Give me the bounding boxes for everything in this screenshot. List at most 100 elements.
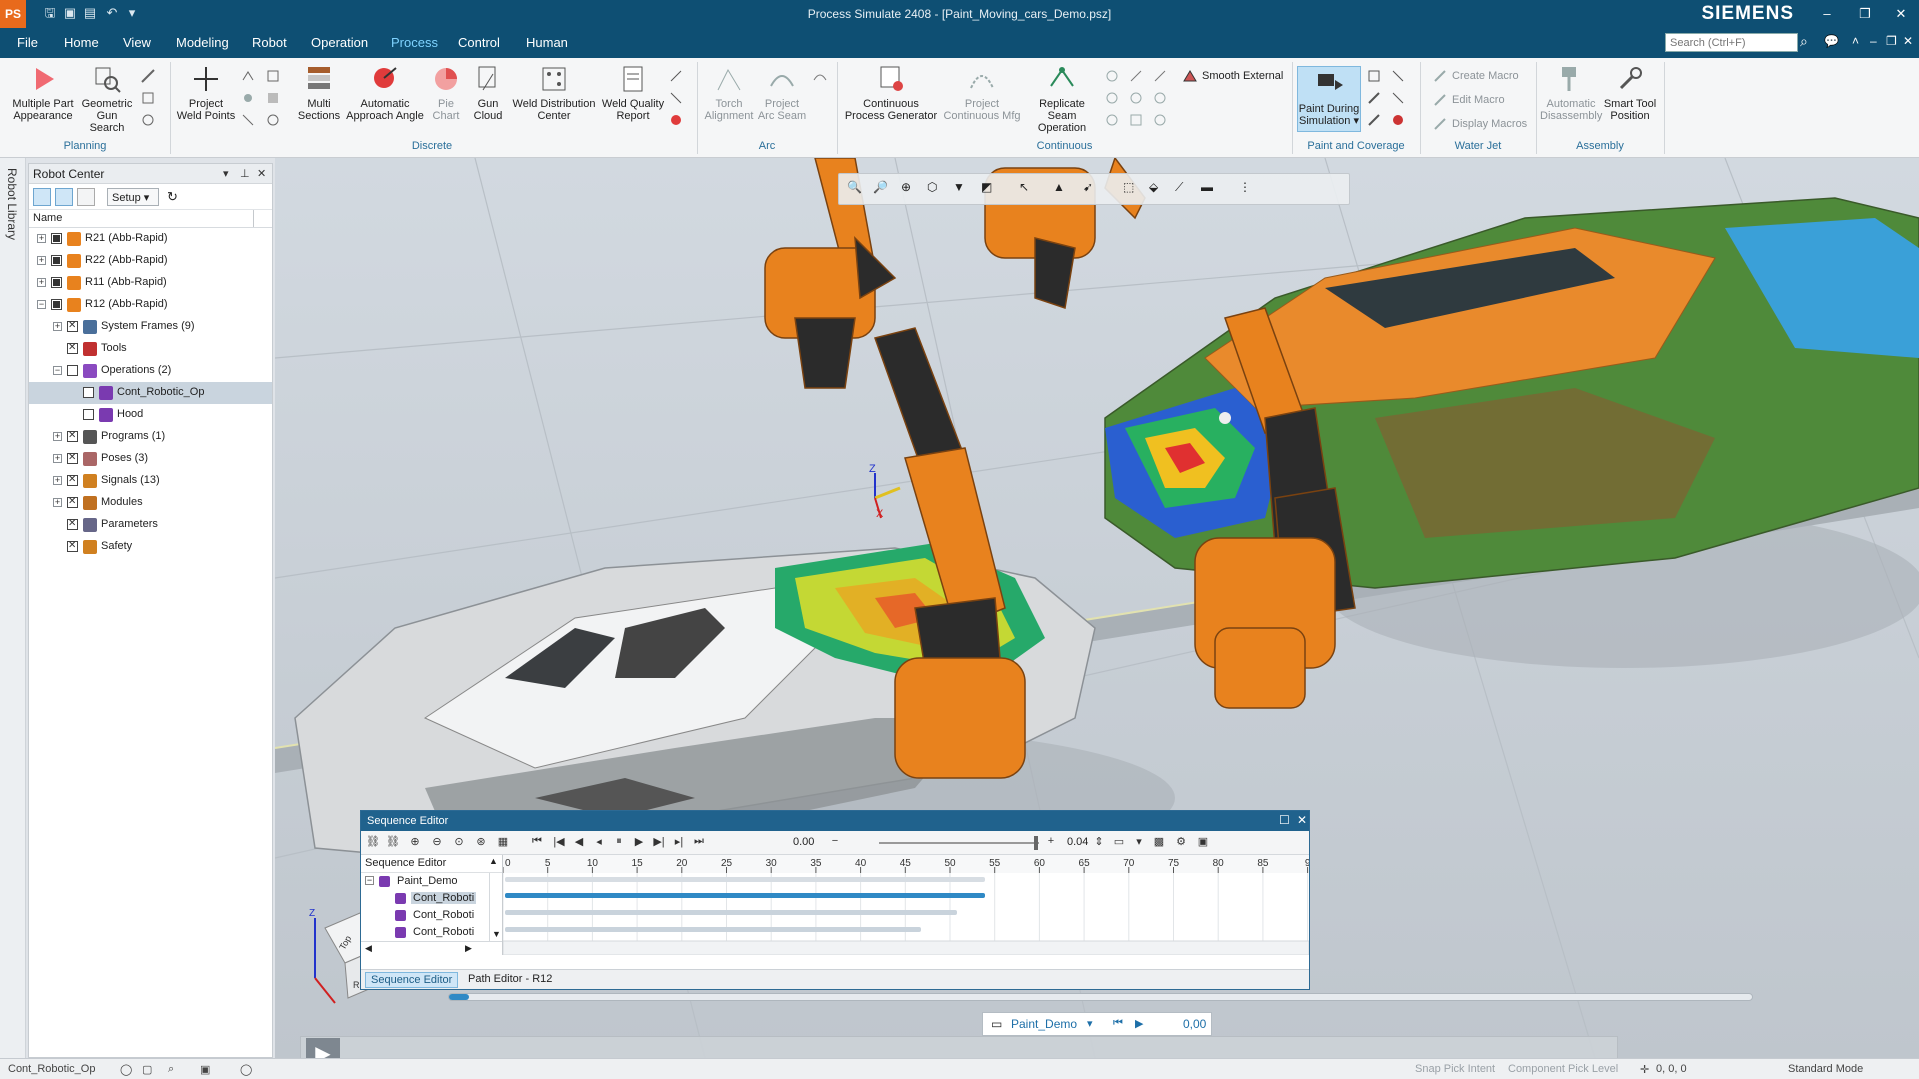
visibility-checkbox[interactable] (67, 365, 78, 376)
project-weld-points-button[interactable]: Project Weld Points (176, 64, 236, 122)
continuous-small-icon-h[interactable] (1152, 90, 1168, 106)
expand-icon[interactable]: + (53, 322, 62, 331)
tree-item[interactable]: − Operations (2) (29, 360, 272, 382)
continuous-small-icon-i[interactable] (1152, 112, 1168, 128)
status-tool-icon-c[interactable]: ⌕ (168, 1063, 174, 1076)
tree-item[interactable]: + Poses (3) (29, 448, 272, 470)
sequence-tree-header[interactable]: Sequence Editor ▲ (361, 855, 502, 873)
menu-file[interactable]: File (17, 35, 38, 50)
gun-cloud-button[interactable]: Gun Cloud (468, 64, 508, 122)
paint-small-icon-f[interactable] (1390, 112, 1406, 128)
zoom-in-icon[interactable]: ⊕ (407, 835, 423, 851)
smooth-external-icon[interactable] (1182, 68, 1198, 84)
visibility-checkbox[interactable] (67, 342, 78, 354)
visibility-checkbox[interactable] (67, 430, 78, 442)
visibility-checkbox[interactable] (83, 387, 94, 398)
inner-close-icon[interactable]: ✕ (1903, 34, 1913, 48)
tree-item[interactable]: + R11 (Abb-Rapid) (29, 272, 272, 294)
inner-minimize-icon[interactable]: – (1870, 34, 1877, 48)
automatic-approach-angle-button[interactable]: Automatic Approach Angle (346, 64, 424, 122)
geometric-gun-search-button[interactable]: Geometric Gun Search (78, 64, 136, 134)
gantt-icon[interactable]: ▦ (495, 835, 511, 851)
small-tool-icon-a[interactable] (140, 68, 156, 84)
record-video-icon[interactable]: ▣ (200, 1063, 210, 1076)
create-macro-icon[interactable] (1432, 68, 1448, 84)
search-icon[interactable]: ⌕ (1800, 33, 1816, 51)
unlink-icon[interactable]: ⛓ (385, 835, 401, 851)
sync-icon[interactable] (33, 188, 51, 206)
arc-small-icon[interactable] (812, 68, 828, 84)
sequence-row[interactable]: Cont_Roboti (361, 924, 491, 941)
tree-item[interactable]: Cont_Robotic_Op (29, 382, 272, 404)
replicate-seam-operation-button[interactable]: Replicate Seam Operation (1024, 64, 1100, 134)
menu-control[interactable]: Control (458, 35, 500, 50)
refresh-icon[interactable]: ↻ (167, 189, 178, 205)
pin-icon[interactable]: ⊥ (240, 167, 250, 180)
player-rewind-icon[interactable]: ⏮ (1113, 1017, 1123, 1030)
discrete-small-icon-c[interactable] (668, 112, 684, 128)
player-sequence-name[interactable]: Paint_Demo (1011, 1017, 1077, 1031)
visibility-checkbox[interactable] (67, 496, 78, 508)
monitor-dropdown-icon[interactable]: ▾ (1131, 835, 1147, 851)
render-mode-icon[interactable]: ▼ (953, 180, 973, 200)
panel-dropdown-icon[interactable]: ▾ (223, 167, 229, 180)
sequence-row[interactable]: Cont_Roboti (361, 890, 491, 907)
comment-icon[interactable]: 💬 (1824, 34, 1839, 48)
continuous-small-icon-c[interactable] (1104, 112, 1120, 128)
status-mode[interactable]: Standard Mode (1788, 1063, 1863, 1075)
torch-alignment-button[interactable]: Torch Alignment (702, 64, 756, 122)
discrete-small-icon-a[interactable] (668, 68, 684, 84)
speed-slider-thumb[interactable] (1034, 836, 1038, 850)
edit-macro-button[interactable]: Edit Macro (1452, 94, 1505, 106)
weld-icon-f[interactable] (265, 112, 281, 128)
play-back-icon[interactable]: ◀ (571, 835, 587, 851)
smooth-external-button[interactable]: Smooth External (1202, 70, 1283, 82)
step-back-icon[interactable]: |◀ (551, 835, 567, 851)
plus-icon[interactable]: + (1043, 835, 1059, 851)
hierarchy-icon[interactable] (77, 188, 95, 206)
simulation-progress-bar[interactable] (448, 993, 1753, 1001)
time-value[interactable]: 0.00 (793, 836, 814, 848)
placement-icon[interactable]: ⬚ (1123, 180, 1143, 200)
link-icon[interactable]: ⛓ (365, 835, 381, 851)
visibility-checkbox[interactable] (67, 452, 78, 464)
paint-small-icon-c[interactable] (1366, 112, 1382, 128)
weld-distribution-center-button[interactable]: Weld Distribution Center (508, 64, 600, 122)
collapse-icon[interactable]: − (37, 300, 46, 309)
paint-small-icon-d[interactable] (1390, 68, 1406, 84)
minus-icon[interactable]: − (827, 835, 843, 851)
chevron-up-icon[interactable]: ˄ (1852, 34, 1859, 48)
se-maximize-icon[interactable]: ☐ (1279, 813, 1290, 827)
tab-path-editor[interactable]: Path Editor - R12 (463, 972, 557, 988)
sequence-row[interactable]: − Paint_Demo (361, 873, 491, 890)
visibility-checkbox[interactable] (83, 409, 94, 420)
edit-macro-icon[interactable] (1432, 92, 1448, 108)
visibility-checkbox[interactable] (51, 277, 62, 288)
paint-small-icon-a[interactable] (1366, 68, 1382, 84)
zoom-all-icon[interactable]: ⊛ (473, 835, 489, 851)
weld-quality-report-button[interactable]: Weld Quality Report (600, 64, 666, 122)
multiple-part-appearance-button[interactable]: Multiple Part Appearance (8, 64, 78, 122)
measure-icon[interactable]: ⟋ (1175, 180, 1195, 200)
weld-icon-e[interactable] (265, 90, 281, 106)
pan-icon[interactable]: ⊕ (901, 180, 921, 200)
continuous-small-icon-g[interactable] (1152, 68, 1168, 84)
tree-view-icon[interactable] (55, 188, 73, 206)
reverse-icon[interactable]: ◂ (591, 835, 607, 851)
tree-item[interactable]: + System Frames (9) (29, 316, 272, 338)
expand-icon[interactable]: + (37, 278, 46, 287)
tree-item[interactable]: + Signals (13) (29, 470, 272, 492)
paint-during-simulation-button[interactable]: Paint During Simulation ▾ (1297, 66, 1361, 132)
discrete-small-icon-b[interactable] (668, 90, 684, 106)
project-arc-seam-button[interactable]: Project Arc Seam (756, 64, 808, 122)
menu-modeling[interactable]: Modeling (176, 35, 229, 50)
export-icon[interactable]: ▣ (1195, 835, 1211, 851)
tree-item[interactable]: Parameters (29, 514, 272, 536)
automatic-disassembly-button[interactable]: Automatic Disassembly (1540, 64, 1602, 122)
ruler-icon[interactable]: ▬ (1201, 180, 1221, 200)
continuous-process-generator-button[interactable]: Continuous Process Generator (842, 64, 940, 122)
play-icon[interactable]: ▶ (631, 835, 647, 851)
visibility-checkbox[interactable] (51, 233, 62, 244)
continuous-small-icon-a[interactable] (1104, 68, 1120, 84)
expand-icon[interactable]: + (37, 234, 46, 243)
